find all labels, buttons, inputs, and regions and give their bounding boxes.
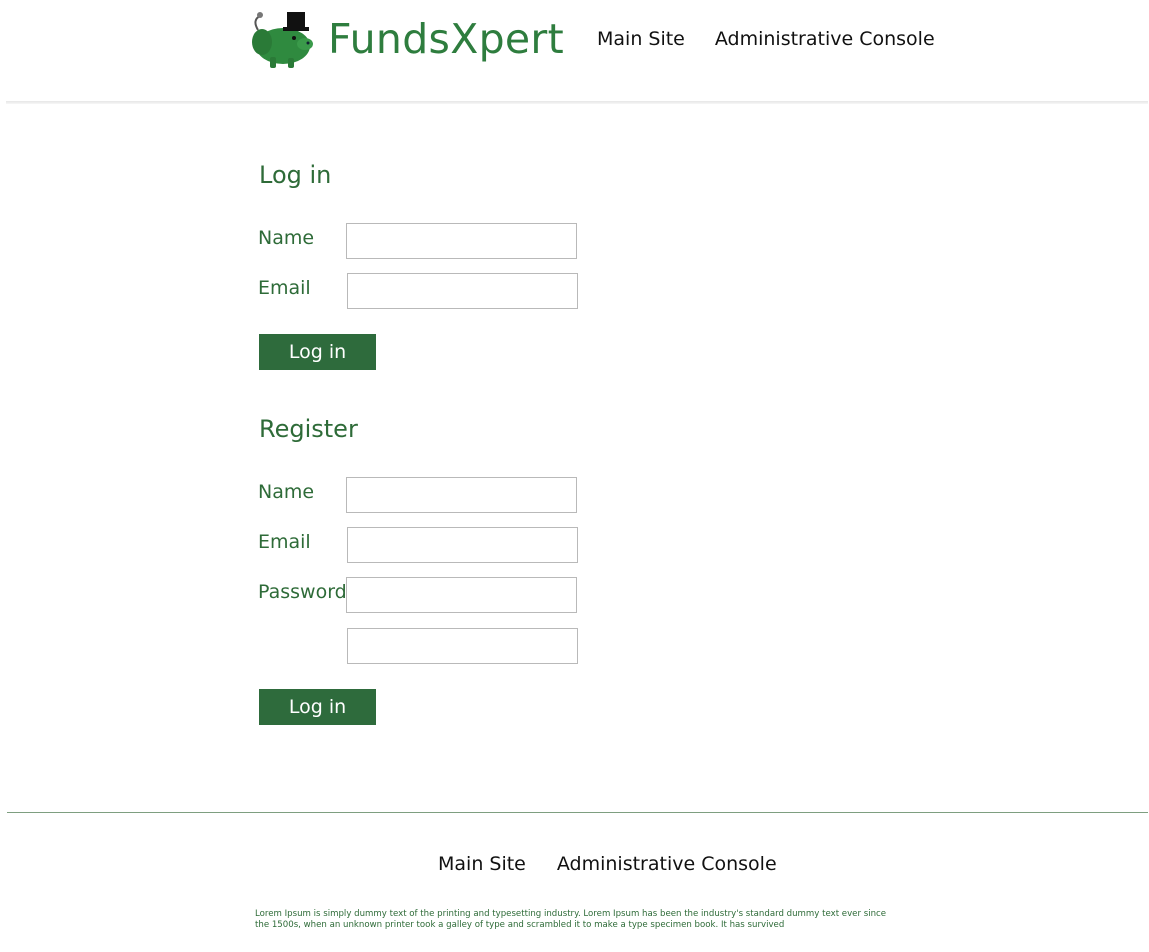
register-email-input[interactable] <box>347 527 578 563</box>
footer-main-site-link[interactable]: Main Site <box>438 853 526 875</box>
register-password-input[interactable] <box>346 577 577 613</box>
register-name-input[interactable] <box>346 477 577 513</box>
register-email-label: Email <box>258 531 311 553</box>
top-nav: Main Site Administrative Console <box>597 28 935 50</box>
login-name-label: Name <box>258 227 315 249</box>
register-password-label: Password <box>258 581 347 603</box>
footer-admin-console-link[interactable]: Administrative Console <box>557 853 777 875</box>
header-divider <box>6 101 1148 104</box>
pig-with-top-hat-icon <box>252 12 313 68</box>
brand-name: FundsXpert <box>328 15 564 63</box>
site-header: FundsXpert Main Site Administrative Cons… <box>0 0 1149 104</box>
login-submit-button[interactable]: Log in <box>259 334 376 370</box>
login-email-label: Email <box>258 277 311 299</box>
login-email-input[interactable] <box>347 273 578 309</box>
footer-text: Lorem Ipsum is simply dummy text of the … <box>255 909 887 930</box>
nav-main-site-link[interactable]: Main Site <box>597 28 685 50</box>
login-name-input[interactable] <box>346 223 577 259</box>
nav-admin-console-link[interactable]: Administrative Console <box>715 28 935 50</box>
logo[interactable]: FundsXpert <box>250 8 564 70</box>
footer-nav: Main Site Administrative Console <box>438 853 777 875</box>
footer-divider <box>7 812 1148 813</box>
register-title: Register <box>259 415 358 443</box>
register-password-confirm-input[interactable] <box>347 628 578 664</box>
login-title: Log in <box>259 161 332 189</box>
register-name-label: Name <box>258 481 315 503</box>
register-submit-button[interactable]: Log in <box>259 689 376 725</box>
